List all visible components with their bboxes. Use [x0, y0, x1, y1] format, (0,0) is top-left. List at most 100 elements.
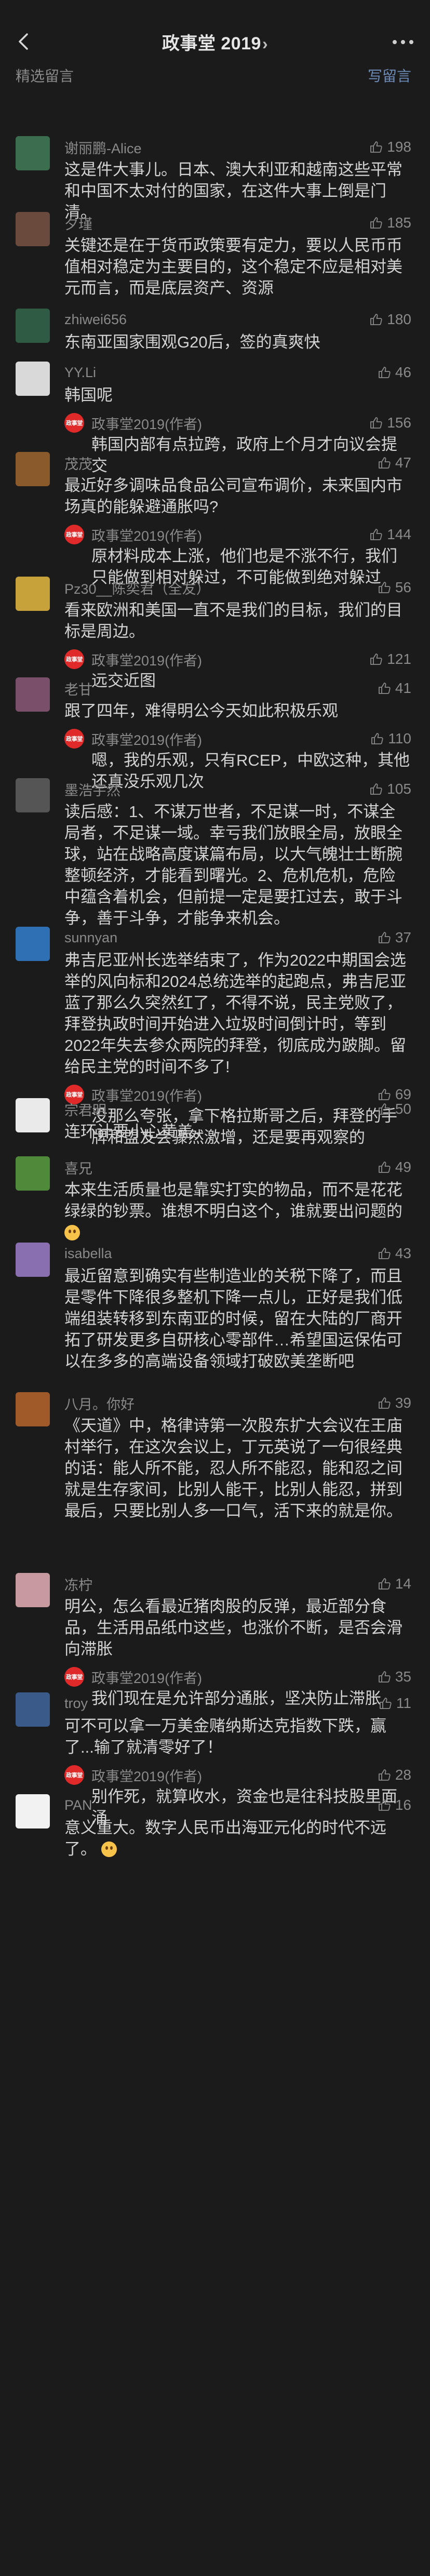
avatar[interactable]: [16, 1573, 50, 1607]
section-title: 精选留言: [16, 68, 74, 84]
like-button[interactable]: 28: [378, 1767, 411, 1783]
comment-text-content: 关键还是在于货币政策要有定力，要以人民币币值相对稳定为主要目的，这个稳定不应是相…: [64, 236, 402, 297]
like-count: 50: [395, 1101, 411, 1117]
avatar[interactable]: [16, 1392, 50, 1426]
reply-header: 政事堂2019(作者) 121: [91, 648, 411, 670]
comment-item: 喜兄 49 本来生活质量也是靠实打实的物品，而不是花花绿绿的钞票。谁想不明白这个，谁…: [0, 1156, 430, 1243]
author-name: 政事堂2019(作者): [91, 416, 203, 432]
like-button[interactable]: 110: [370, 730, 411, 747]
commenter-name: 墨浩宇然: [64, 782, 120, 798]
avatar[interactable]: [16, 778, 50, 812]
like-button[interactable]: 14: [378, 1576, 411, 1592]
avatar[interactable]: [16, 1156, 50, 1191]
author-name: 政事堂2019(作者): [91, 732, 203, 748]
comment-header: troy 11: [64, 1692, 411, 1714]
author-avatar[interactable]: 政事堂: [64, 413, 84, 433]
comment-text-content: 可不可以拿一万美金赌纳斯达克指数下跌，赢了...输了就清零好了！: [64, 1717, 386, 1756]
comment-text: 可不可以拿一万美金赌纳斯达克指数下跌，赢了...输了就清零好了！: [64, 1715, 411, 1758]
like-count: 198: [387, 139, 411, 155]
like-button[interactable]: 49: [378, 1159, 411, 1176]
comment-text: 跟了四年，难得明公今天如此积极乐观: [64, 700, 411, 722]
like-button[interactable]: 156: [369, 415, 411, 431]
avatar[interactable]: [16, 677, 50, 712]
comment-item: 夕瑾 185 关键还是在于货币政策要有定力，要以人民币币值相对稳定为主要目的，这个稳…: [0, 212, 430, 299]
avatar[interactable]: [16, 452, 50, 486]
avatar[interactable]: [16, 212, 50, 246]
comment-item: 茂茂 47 最近好多调味品食品公司宣布调价，未来国内市场真的能躲避通胀吗? 政事堂 政事…: [0, 452, 430, 588]
like-button[interactable]: 185: [369, 215, 411, 231]
more-options-icon[interactable]: [388, 37, 413, 47]
comment-text: 最近好多调味品食品公司宣布调价，未来国内市场真的能躲避通胀吗?: [64, 475, 411, 517]
like-button[interactable]: 47: [378, 455, 411, 471]
reply-header: 政事堂2019(作者) 110: [91, 728, 411, 750]
comment-text: 东南亚国家围观G20后，签的真爽快: [64, 331, 411, 353]
like-button[interactable]: 37: [378, 929, 411, 946]
avatar[interactable]: [16, 927, 50, 961]
reply-header: 政事堂2019(作者) 156: [91, 412, 411, 434]
like-button[interactable]: 11: [379, 1695, 411, 1712]
avatar[interactable]: [16, 136, 50, 170]
avatar[interactable]: [16, 1243, 50, 1277]
avatar[interactable]: [16, 577, 50, 611]
comment-text-content: 最近好多调味品食品公司宣布调价，未来国内市场真的能躲避通胀吗?: [64, 476, 402, 516]
avatar[interactable]: [16, 309, 50, 343]
comment-list: 谢丽鹏-Alice 198 这是件大事儿。日本、澳大利亚和越南这些平常和中国不太对付…: [0, 90, 430, 1867]
author-avatar-label: 政事堂: [66, 657, 83, 663]
comment-text: 弗吉尼亚州长选举结束了，作为2022中期国会选举的风向标和2024总统选举的起跑…: [64, 950, 411, 1077]
comment-item: zhiwei656 180 东南亚国家围观G20后，签的真爽快: [0, 309, 430, 353]
thumb-up-icon: [378, 1769, 391, 1781]
avatar[interactable]: [16, 362, 50, 396]
commenter-name: isabella: [64, 1245, 112, 1261]
author-avatar[interactable]: 政事堂: [64, 1765, 84, 1785]
like-button[interactable]: 35: [378, 1669, 411, 1685]
thumb-up-icon: [370, 529, 382, 540]
author-avatar-label: 政事堂: [66, 420, 83, 426]
commenter-name: 宗君明: [64, 1102, 106, 1118]
comment-header: 老甘 41: [64, 677, 411, 699]
avatar[interactable]: [16, 1794, 50, 1828]
like-button[interactable]: 105: [369, 781, 411, 797]
avatar[interactable]: [16, 1692, 50, 1727]
like-count: 144: [387, 526, 411, 542]
write-comment-button[interactable]: 写留言: [368, 65, 411, 86]
like-button[interactable]: 180: [369, 311, 411, 328]
like-button[interactable]: 16: [378, 1797, 411, 1813]
status-bar: [0, 0, 430, 23]
author-avatar[interactable]: 政事堂: [64, 649, 84, 669]
comment-item: 宗君明 50 连环计要小心黄盖。: [0, 1098, 430, 1142]
comment-header: isabella 43: [64, 1243, 411, 1264]
like-button[interactable]: 56: [378, 579, 411, 596]
like-count: 39: [395, 1395, 411, 1411]
back-arrow-icon[interactable]: [15, 32, 33, 51]
author-avatar[interactable]: 政事堂: [64, 1667, 84, 1687]
like-button[interactable]: 39: [378, 1395, 411, 1411]
comment-text-content: 看来欧洲和美国一直不是我们的目标，我们的目标是周边。: [64, 601, 402, 640]
avatar[interactable]: [16, 1098, 50, 1132]
comment-header: 宗君明 50: [64, 1098, 411, 1120]
like-count: 56: [395, 579, 411, 595]
like-button[interactable]: 46: [378, 364, 411, 381]
comment-text: 读后感：1、不谋万世者，不足谋一时，不谋全局者，不足谋一域。幸亏我们放眼全局，放…: [64, 801, 411, 929]
like-button[interactable]: 144: [369, 526, 411, 543]
smile-emoji-icon: [101, 1841, 117, 1857]
comment-header: zhiwei656 180: [64, 309, 411, 330]
like-count: 43: [395, 1245, 411, 1261]
commenter-name: 谢丽鹏-Alice: [64, 140, 142, 156]
author-avatar[interactable]: 政事堂: [64, 729, 84, 749]
comment-text: 《天道》中，格律诗第一次股东扩大会议在王庙村举行，在这次会议上，丁元英说了一句很…: [64, 1415, 411, 1521]
comment-text-content: 东南亚国家围观G20后，签的真爽快: [64, 333, 320, 351]
like-count: 47: [395, 455, 411, 471]
commenter-name: YY.Li: [64, 364, 97, 380]
section-header: 精选留言 写留言: [0, 60, 430, 90]
like-button[interactable]: 43: [378, 1245, 411, 1262]
like-button[interactable]: 121: [369, 651, 411, 668]
comment-text-content: 连环计要小心黄盖。: [64, 1123, 209, 1141]
like-button[interactable]: 41: [378, 680, 411, 697]
commenter-name: 八月。你好: [64, 1396, 135, 1412]
comment-header: 八月。你好 39: [64, 1392, 411, 1414]
thumb-up-icon: [371, 733, 384, 744]
like-button[interactable]: 198: [369, 139, 411, 155]
page-title[interactable]: 政事堂 2019›: [162, 29, 268, 55]
like-button[interactable]: 50: [378, 1101, 411, 1117]
author-avatar[interactable]: 政事堂: [64, 525, 84, 544]
